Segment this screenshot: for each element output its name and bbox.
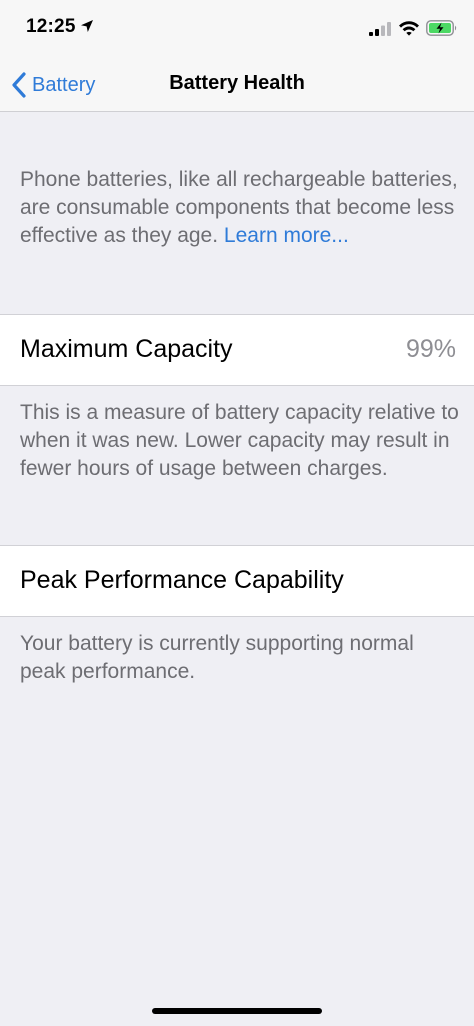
intro-description: Phone batteries, like all rechargeable b… [20, 166, 460, 250]
peak-performance-footer: Your battery is currently supporting nor… [20, 632, 414, 683]
learn-more-link[interactable]: Learn more... [224, 224, 349, 247]
status-bar: 12:25 [0, 0, 474, 60]
wifi-icon [399, 21, 419, 36]
peak-performance-label: Peak Performance Capability [20, 566, 344, 594]
maximum-capacity-row: Maximum Capacity 99% [0, 314, 474, 386]
battery-charging-icon [426, 20, 457, 36]
maximum-capacity-label: Maximum Capacity [20, 335, 233, 363]
home-indicator[interactable] [152, 1008, 322, 1014]
status-time: 12:25 [26, 16, 76, 37]
cellular-signal-icon [369, 22, 391, 36]
page-title: Battery Health [169, 72, 305, 94]
maximum-capacity-footer: This is a measure of battery capacity re… [20, 401, 459, 480]
navigation-bar: Battery Battery Health [0, 60, 474, 112]
peak-performance-row: Peak Performance Capability [0, 545, 474, 617]
maximum-capacity-value: 99% [405, 335, 456, 363]
location-arrow-icon [81, 20, 93, 32]
